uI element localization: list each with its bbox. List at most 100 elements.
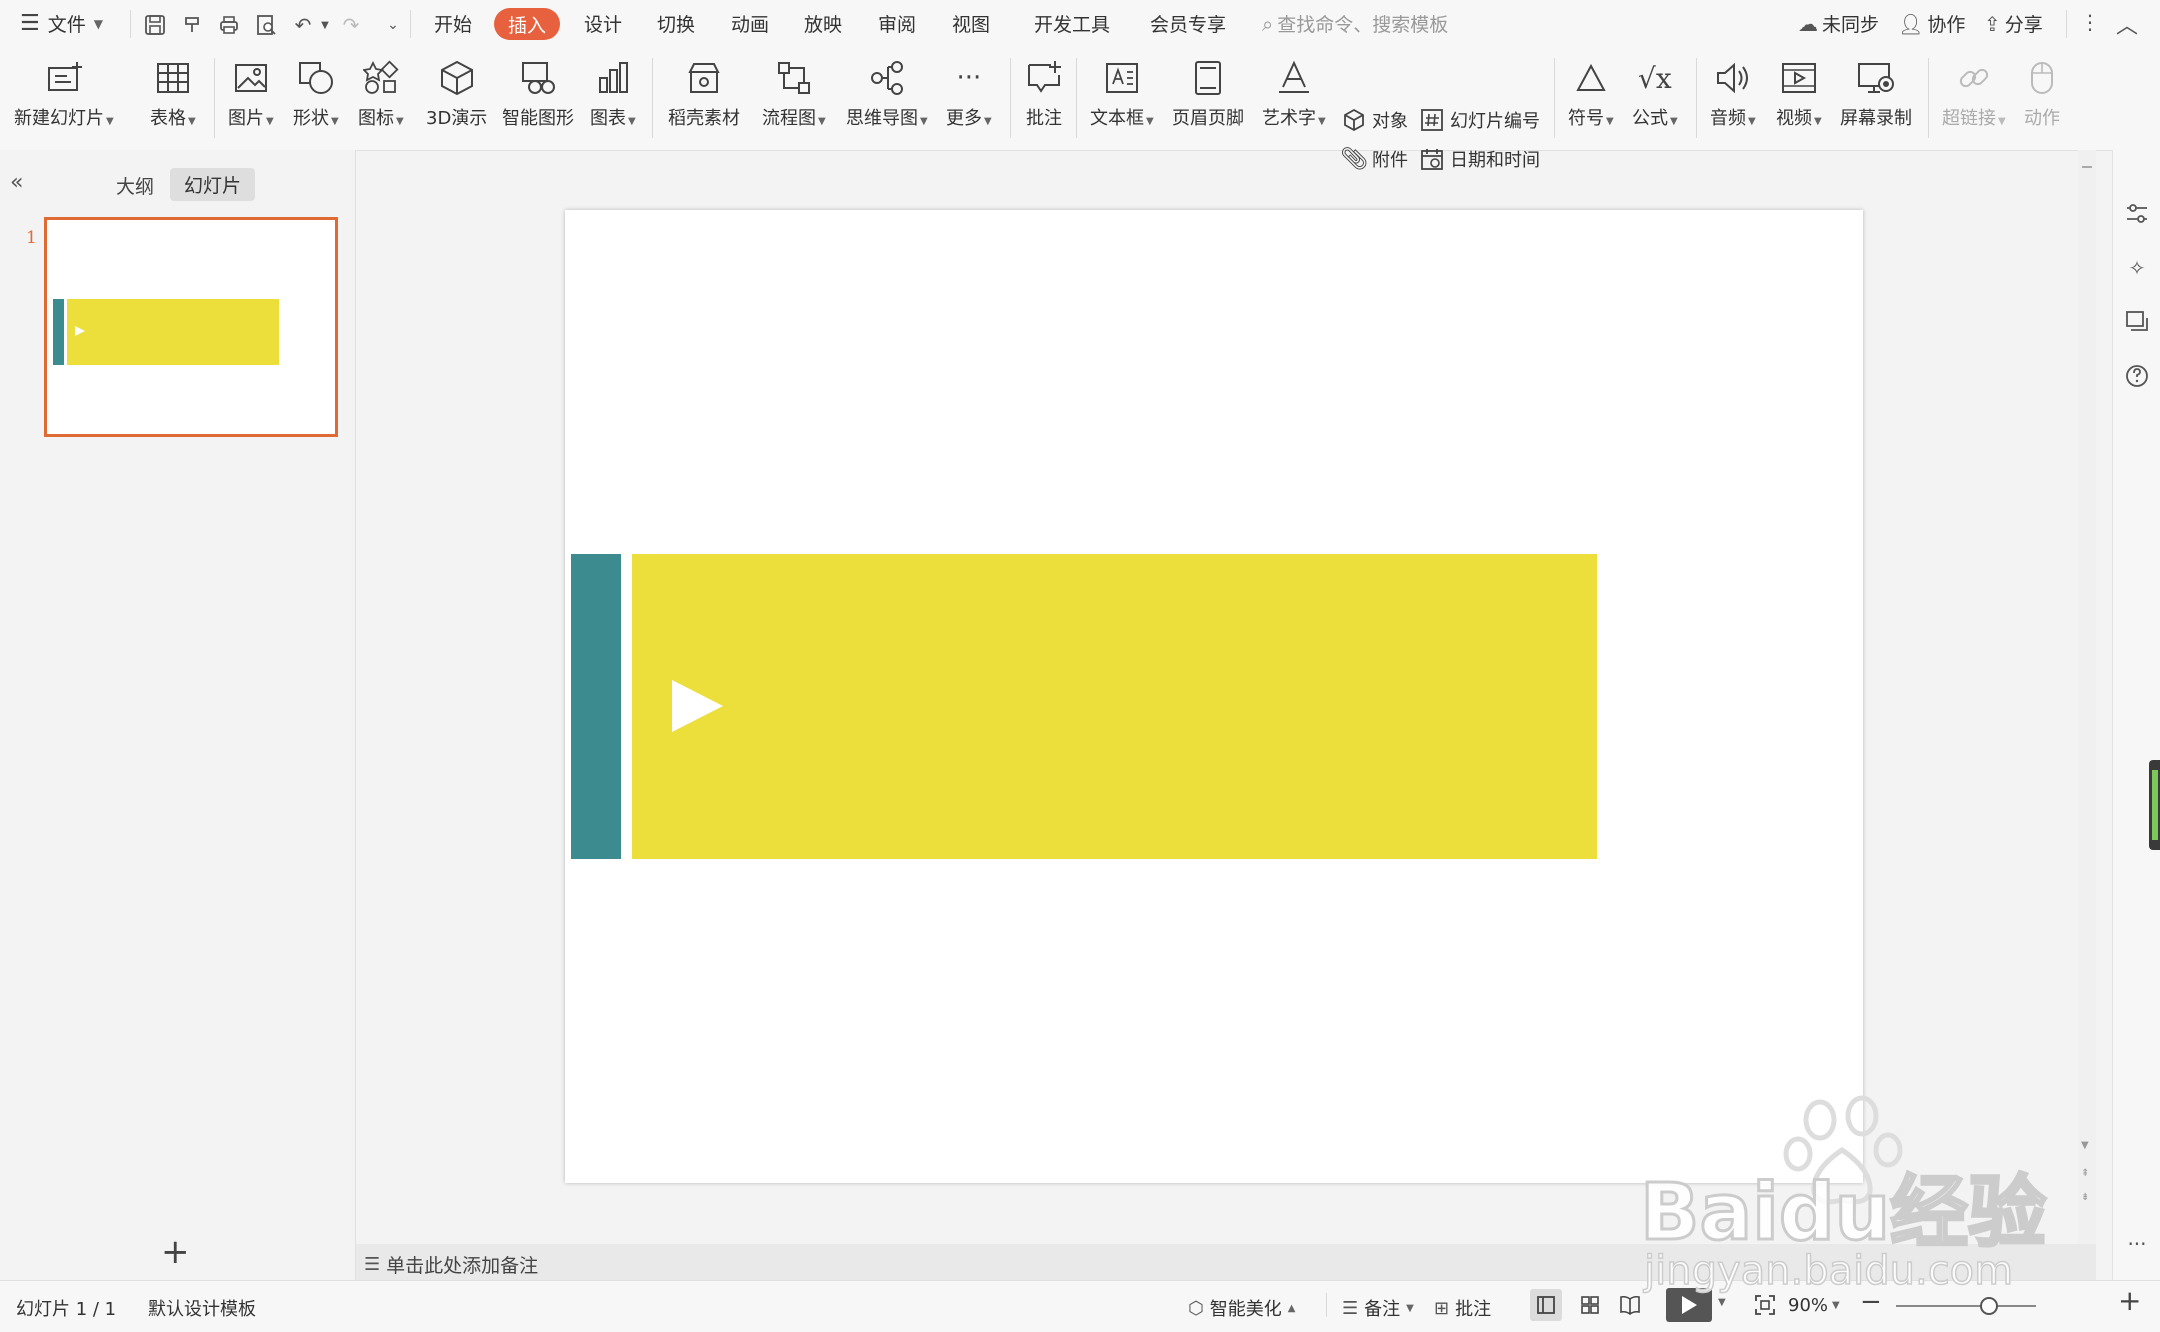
attachment-button[interactable]: 📎︎ 附件 — [1340, 145, 1408, 173]
tab-transitions[interactable]: 切换 — [657, 10, 695, 37]
reading-view-icon[interactable] — [1614, 1289, 1646, 1321]
audio-button[interactable]: 音频 ▼ — [1710, 56, 1756, 140]
formula-button[interactable]: √x 公式 ▼ — [1632, 56, 1678, 140]
slide-number-label: 幻灯片编号 — [1450, 111, 1540, 132]
print-preview-icon[interactable] — [253, 12, 279, 38]
smartart-button[interactable]: 智能图形 — [502, 56, 574, 140]
object-button[interactable]: 对象 — [1340, 106, 1408, 134]
collab-button[interactable]: 👤︎ 协作 — [1898, 10, 1965, 37]
comment-toggle-button[interactable]: ⊞ 批注 — [1434, 1295, 1491, 1321]
action-button[interactable]: 动作 — [2022, 56, 2062, 140]
teal-bar-shape[interactable] — [571, 554, 621, 859]
smartart-label: 智能图形 — [502, 108, 574, 129]
next-slide-icon[interactable]: ⇟ — [2081, 1192, 2089, 1203]
comment-button[interactable]: 批注 — [1024, 56, 1064, 140]
tab-home[interactable]: 开始 — [434, 10, 472, 37]
tab-developer[interactable]: 开发工具 — [1034, 10, 1110, 37]
print-icon[interactable] — [216, 12, 242, 38]
file-menu[interactable]: ☰ 文件 ▼ — [20, 10, 103, 37]
flowchart-button[interactable]: 流程图 ▼ — [762, 56, 826, 140]
picture-button[interactable]: 图片 ▼ — [228, 56, 274, 140]
tab-member[interactable]: 会员专享 — [1150, 10, 1226, 37]
prev-slide-icon[interactable]: ⇞ — [2081, 1168, 2089, 1179]
search-input[interactable]: 查找命令、搜索模板 — [1277, 10, 1448, 37]
template-name[interactable]: 默认设计模板 — [148, 1295, 256, 1321]
3d-demo-button[interactable]: 3D演示 — [426, 56, 487, 140]
mindmap-icon — [867, 56, 907, 100]
video-button[interactable]: 视频 ▼ — [1776, 56, 1822, 140]
yellow-rectangle-shape[interactable] — [632, 554, 1597, 859]
slide-number-button[interactable]: 幻灯片编号 — [1418, 106, 1540, 134]
wordart-label: 艺术字 — [1262, 108, 1316, 129]
zoom-slider[interactable] — [1896, 1297, 2036, 1315]
normal-view-icon[interactable] — [1530, 1289, 1562, 1321]
smart-beautify-button[interactable]: ⬡ 智能美化 ▲ — [1188, 1295, 1295, 1321]
screen-record-button[interactable]: 屏幕录制 — [1840, 56, 1912, 140]
symbol-button[interactable]: 符号 ▼ — [1568, 56, 1614, 140]
more-insert-button[interactable]: ··· 更多 ▼ — [946, 56, 992, 140]
customize-toolbar-icon[interactable]: ⌄ — [380, 12, 406, 38]
fit-window-icon[interactable] — [1752, 1292, 1778, 1318]
chart-button[interactable]: 图表 ▼ — [590, 56, 636, 140]
datetime-label: 日期和时间 — [1450, 150, 1540, 171]
header-footer-button[interactable]: 页眉页脚 — [1172, 56, 1244, 140]
icon-library-button[interactable]: 图标 ▼ — [358, 56, 404, 140]
tab-insert[interactable]: 插入 — [494, 8, 560, 40]
format-painter-icon[interactable] — [180, 12, 206, 38]
datetime-button[interactable]: 日期和时间 — [1418, 145, 1540, 173]
slide-thumbnail[interactable] — [44, 217, 338, 437]
tab-view[interactable]: 视图 — [952, 10, 990, 37]
undo-dropdown-icon[interactable]: ▼ — [312, 12, 338, 38]
notes-bar[interactable]: ☰ 单击此处添加备注 — [356, 1244, 2096, 1280]
table-label: 表格 — [150, 108, 186, 129]
help-icon[interactable] — [2123, 362, 2151, 390]
redo-icon[interactable]: ↷ — [338, 12, 364, 38]
collapse-panel-icon[interactable]: « — [10, 170, 23, 195]
search-box[interactable]: ⌕ 查找命令、搜索模板 — [1262, 10, 1448, 37]
play-slideshow-button[interactable] — [1666, 1288, 1712, 1322]
vertical-scrollbar[interactable]: ▼ ⇞ ⇟ — [2078, 150, 2096, 1244]
mindmap-button[interactable]: 思维导图 ▼ — [846, 56, 928, 140]
zoom-slider-thumb[interactable] — [1980, 1297, 1998, 1315]
tab-design[interactable]: 设计 — [584, 10, 622, 37]
side-handle[interactable] — [2149, 760, 2160, 850]
bar-chart-icon — [593, 56, 633, 100]
cube-icon — [437, 56, 477, 100]
more-options-icon[interactable]: ··· — [2123, 1230, 2151, 1258]
tab-outline[interactable]: 大纲 — [110, 170, 160, 201]
tab-animation[interactable]: 动画 — [731, 10, 769, 37]
table-button[interactable]: 表格 ▼ — [150, 56, 196, 140]
mouse-icon — [2022, 56, 2062, 100]
tab-slideshow[interactable]: 放映 — [804, 10, 842, 37]
design-ideas-icon[interactable]: ✧ — [2123, 254, 2151, 282]
sync-status[interactable]: ☁ 未同步 — [1798, 10, 1879, 37]
notes-area[interactable]: ☰ 单击此处添加备注 — [364, 1251, 538, 1278]
textbox-button[interactable]: 文本框 ▼ — [1090, 56, 1154, 140]
add-slide-icon[interactable]: + — [161, 1235, 190, 1269]
paperclip-icon: 📎︎ — [1340, 146, 1368, 172]
slide-canvas[interactable] — [565, 210, 1863, 1183]
grid-view-icon[interactable] — [1574, 1289, 1606, 1321]
material-button[interactable]: 稻壳素材 — [668, 56, 740, 140]
wordart-button[interactable]: 艺术字 ▼ — [1262, 56, 1326, 140]
collapse-ribbon-icon[interactable]: ︿ — [2116, 8, 2138, 40]
slideshow-dropdown-icon[interactable]: ▼ — [1718, 1297, 1726, 1308]
play-icon — [1681, 1296, 1697, 1314]
share-button[interactable]: ⇪ 分享 — [1984, 10, 2043, 37]
zoom-level-dropdown[interactable]: 90% ▼ — [1788, 1295, 1840, 1316]
divider — [2066, 10, 2067, 38]
shape-button[interactable]: 形状 ▼ — [293, 56, 339, 140]
more-options-icon[interactable]: ⋮ — [2080, 10, 2100, 34]
scroll-down-icon[interactable]: ▼ — [2081, 1140, 2089, 1151]
save-icon[interactable] — [142, 12, 168, 38]
zoom-out-icon[interactable]: − — [1860, 1289, 1882, 1315]
tab-slides[interactable]: 幻灯片 — [170, 168, 256, 201]
notes-toggle-button[interactable]: ☰ 备注 ▼ — [1342, 1295, 1414, 1321]
tab-review[interactable]: 审阅 — [878, 10, 916, 37]
zoom-in-icon[interactable]: + — [2118, 1287, 2141, 1315]
play-triangle-icon[interactable] — [672, 680, 723, 732]
slide-library-icon[interactable] — [2123, 308, 2151, 336]
hyperlink-button[interactable]: 超链接 ▼ — [1942, 56, 2006, 140]
properties-icon[interactable] — [2123, 200, 2151, 228]
new-slide-button[interactable]: 新建幻灯片 ▼ — [14, 56, 114, 140]
